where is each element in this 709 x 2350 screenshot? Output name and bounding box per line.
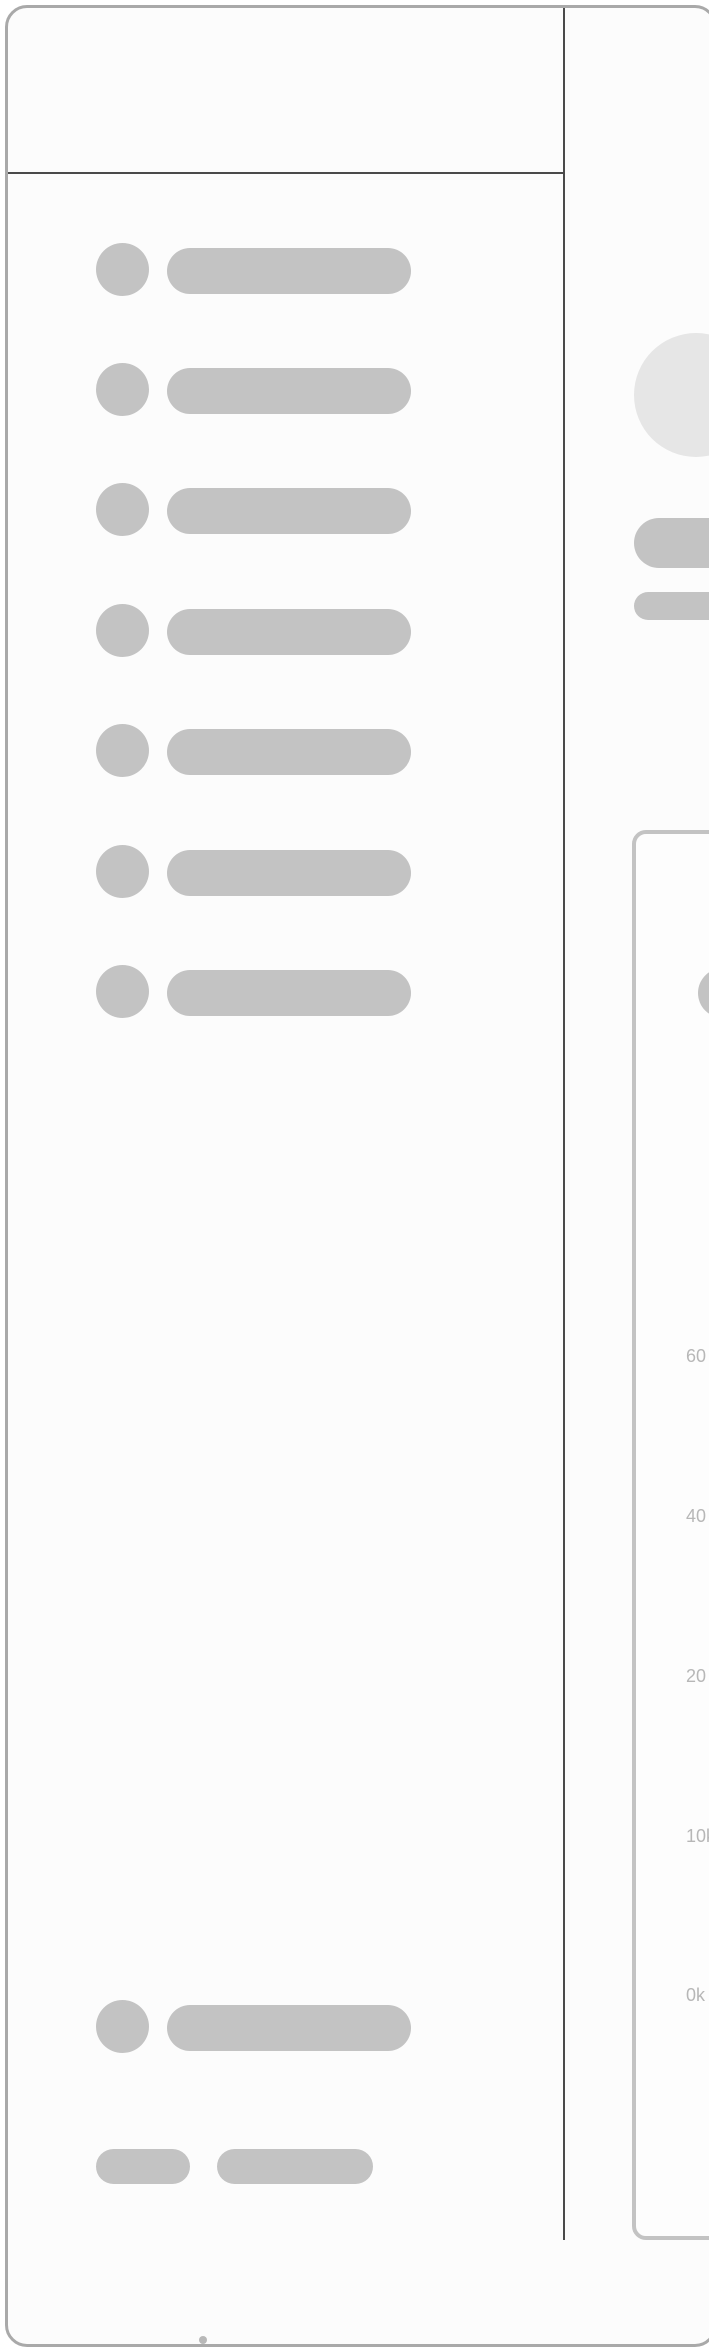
sidebar-item-icon: [96, 363, 149, 416]
sidebar-bottom-item-label-placeholder: [167, 2005, 411, 2051]
sidebar-bottom-item-icon: [96, 2000, 149, 2053]
sidebar-item-5[interactable]: [8, 724, 565, 780]
sidebar-item-icon: [96, 604, 149, 657]
sidebar-item-label-placeholder: [167, 488, 411, 534]
sidebar-item-label-placeholder: [167, 248, 411, 294]
sidebar-item-2[interactable]: [8, 363, 565, 419]
sidebar-footer-link-1[interactable]: [96, 2149, 190, 2184]
chart-card: 60 40 20 10k 0k: [632, 830, 709, 2240]
sidebar-item-label-placeholder: [167, 850, 411, 896]
sidebar-item-label-placeholder: [167, 729, 411, 775]
y-axis-tick: 10k: [686, 1826, 709, 1846]
sidebar-item-7[interactable]: [8, 965, 565, 1021]
y-axis-tick: 60: [686, 1346, 707, 1366]
chart-card-icon: [698, 968, 709, 1018]
sidebar-header: [8, 8, 565, 174]
sidebar-item-icon: [96, 483, 149, 536]
sidebar-item-icon: [96, 845, 149, 898]
sidebar-item-icon: [96, 724, 149, 777]
page-title-placeholder: [634, 518, 709, 568]
y-axis-tick: 0k: [686, 1985, 706, 2005]
y-axis-tick: 20: [686, 1666, 707, 1686]
sidebar-item-icon: [96, 965, 149, 1018]
bottom-indicator-dot: [199, 2336, 207, 2344]
sidebar-item-label-placeholder: [167, 970, 411, 1016]
page-subtitle-placeholder: [634, 592, 709, 620]
sidebar-footer-link-2[interactable]: [217, 2149, 373, 2184]
sidebar-item-label-placeholder: [167, 609, 411, 655]
avatar: [634, 333, 709, 457]
sidebar: [8, 8, 565, 2240]
sidebar-bottom-item[interactable]: [8, 2000, 565, 2056]
sidebar-item-icon: [96, 243, 149, 296]
sidebar-item-6[interactable]: [8, 845, 565, 901]
sidebar-item-label-placeholder: [167, 368, 411, 414]
sidebar-item-3[interactable]: [8, 483, 565, 539]
y-axis-tick: 40: [686, 1506, 707, 1526]
app-window: 60 40 20 10k 0k: [5, 5, 709, 2347]
main-content: 60 40 20 10k 0k: [567, 8, 709, 2240]
sidebar-item-1[interactable]: [8, 243, 565, 299]
sidebar-item-4[interactable]: [8, 604, 565, 660]
